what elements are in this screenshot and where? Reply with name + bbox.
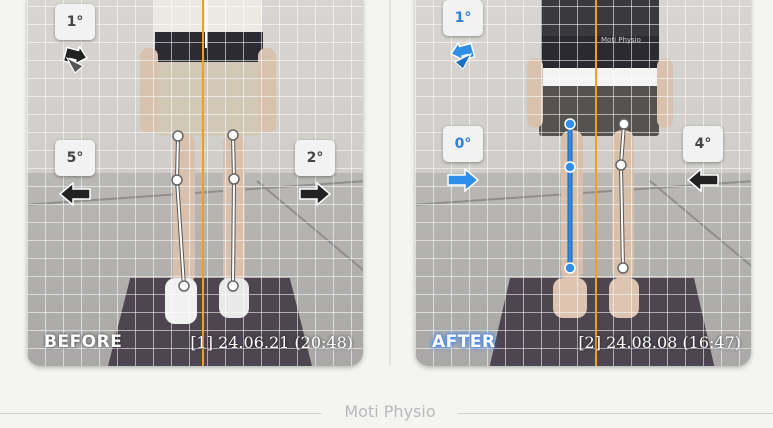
rotate-turn-icon [62,46,88,74]
before-panel: 1° 5° 2° BEFORE [1] 24.06.21 (20:48) [27,0,363,366]
arrow-left-icon [687,168,719,192]
rotate-turn-icon [450,42,476,70]
right-leg-line [232,134,236,287]
ankle-joint-left [178,280,190,292]
knee-joint-right [228,173,240,185]
arrow-right-icon [447,168,479,192]
hip-joint-left [564,118,576,130]
after-panel: Moti Physio 1° 0° 4° AFTER [2] 24.08.08 … [415,0,751,366]
knee-joint-left [564,161,576,173]
ankle-joint-right [227,280,239,292]
top-angle-badge: 1° [55,4,95,40]
top-angle-badge: 1° [443,0,483,36]
hip-joint-right [227,129,239,141]
left-angle-badge: 5° [55,140,95,176]
hip-joint-right [618,118,630,130]
footer-divider [0,413,322,414]
left-angle-badge: 0° [443,126,483,162]
after-label: AFTER [432,332,496,352]
hip-joint-left [172,130,184,142]
panel-divider [389,0,391,366]
right-angle-badge: 2° [295,140,335,176]
after-timestamp: [2] 24.08.08 (16:47) [578,333,741,352]
ankle-joint-left [564,262,576,274]
right-angle-badge: 4° [683,126,723,162]
footer-divider [458,413,773,414]
footer-brand: Moti Physio [344,402,436,421]
arrow-right-icon [299,182,331,206]
knee-joint-right [615,159,627,171]
before-timestamp: [1] 24.06.21 (20:48) [190,333,353,352]
arrow-left-icon [59,182,91,206]
knee-joint-left [171,174,183,186]
ankle-joint-right [617,262,629,274]
before-label: BEFORE [44,332,123,352]
